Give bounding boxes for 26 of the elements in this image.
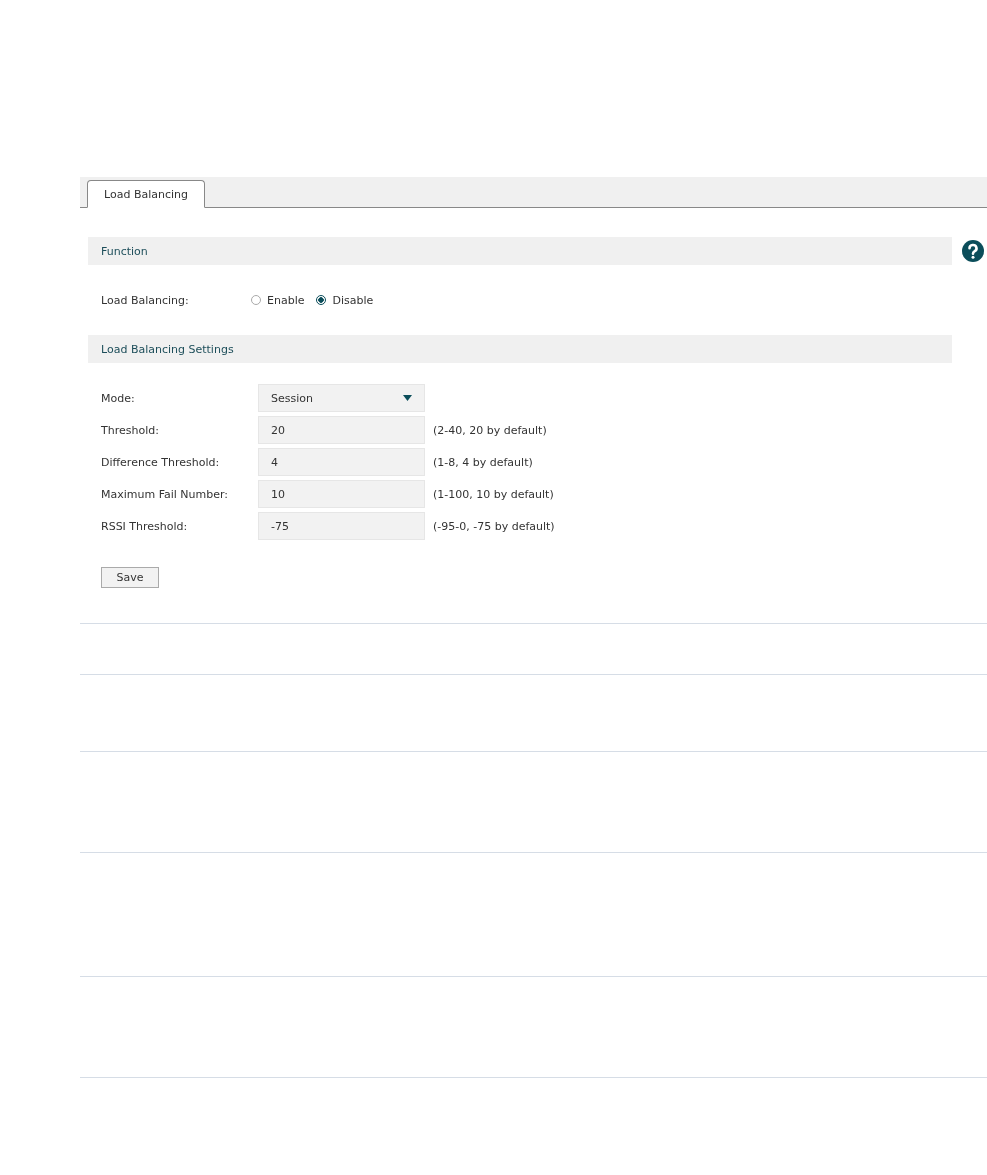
input-field[interactable]: 10: [258, 480, 425, 508]
radio-label: Disable: [332, 293, 374, 307]
radio-label: Enable: [267, 293, 305, 307]
radio-icon[interactable]: [316, 295, 327, 305]
section-title: Load Balancing Settings: [101, 342, 234, 356]
range-hint: (1-8, 4 by default): [433, 455, 533, 469]
input-field[interactable]: -75: [258, 512, 425, 540]
caret-icon: [403, 395, 412, 401]
field-label: Load Balancing:: [101, 293, 190, 307]
field-label: RSSI Threshold:: [101, 519, 189, 533]
field-label: Mode:: [101, 391, 136, 405]
range-hint: (1-100, 10 by default): [433, 487, 554, 501]
field-label: Threshold:: [101, 423, 160, 437]
field-label: Difference Threshold:: [101, 455, 221, 469]
range-hint: (-95-0, -75 by default): [433, 519, 555, 533]
radio-option[interactable]: Disable: [316, 293, 374, 307]
save-button[interactable]: Save: [101, 567, 159, 588]
input-field[interactable]: 20: [258, 416, 425, 444]
radio-option[interactable]: Enable: [251, 293, 305, 307]
section-title: Function: [101, 244, 148, 258]
range-hint: (2-40, 20 by default): [433, 423, 547, 437]
tab[interactable]: Load Balancing: [87, 180, 205, 208]
help-icon[interactable]: [962, 240, 984, 262]
input-field[interactable]: 4: [258, 448, 425, 476]
mode-dropdown[interactable]: Session: [258, 384, 425, 412]
field-label: Maximum Fail Number:: [101, 487, 230, 501]
